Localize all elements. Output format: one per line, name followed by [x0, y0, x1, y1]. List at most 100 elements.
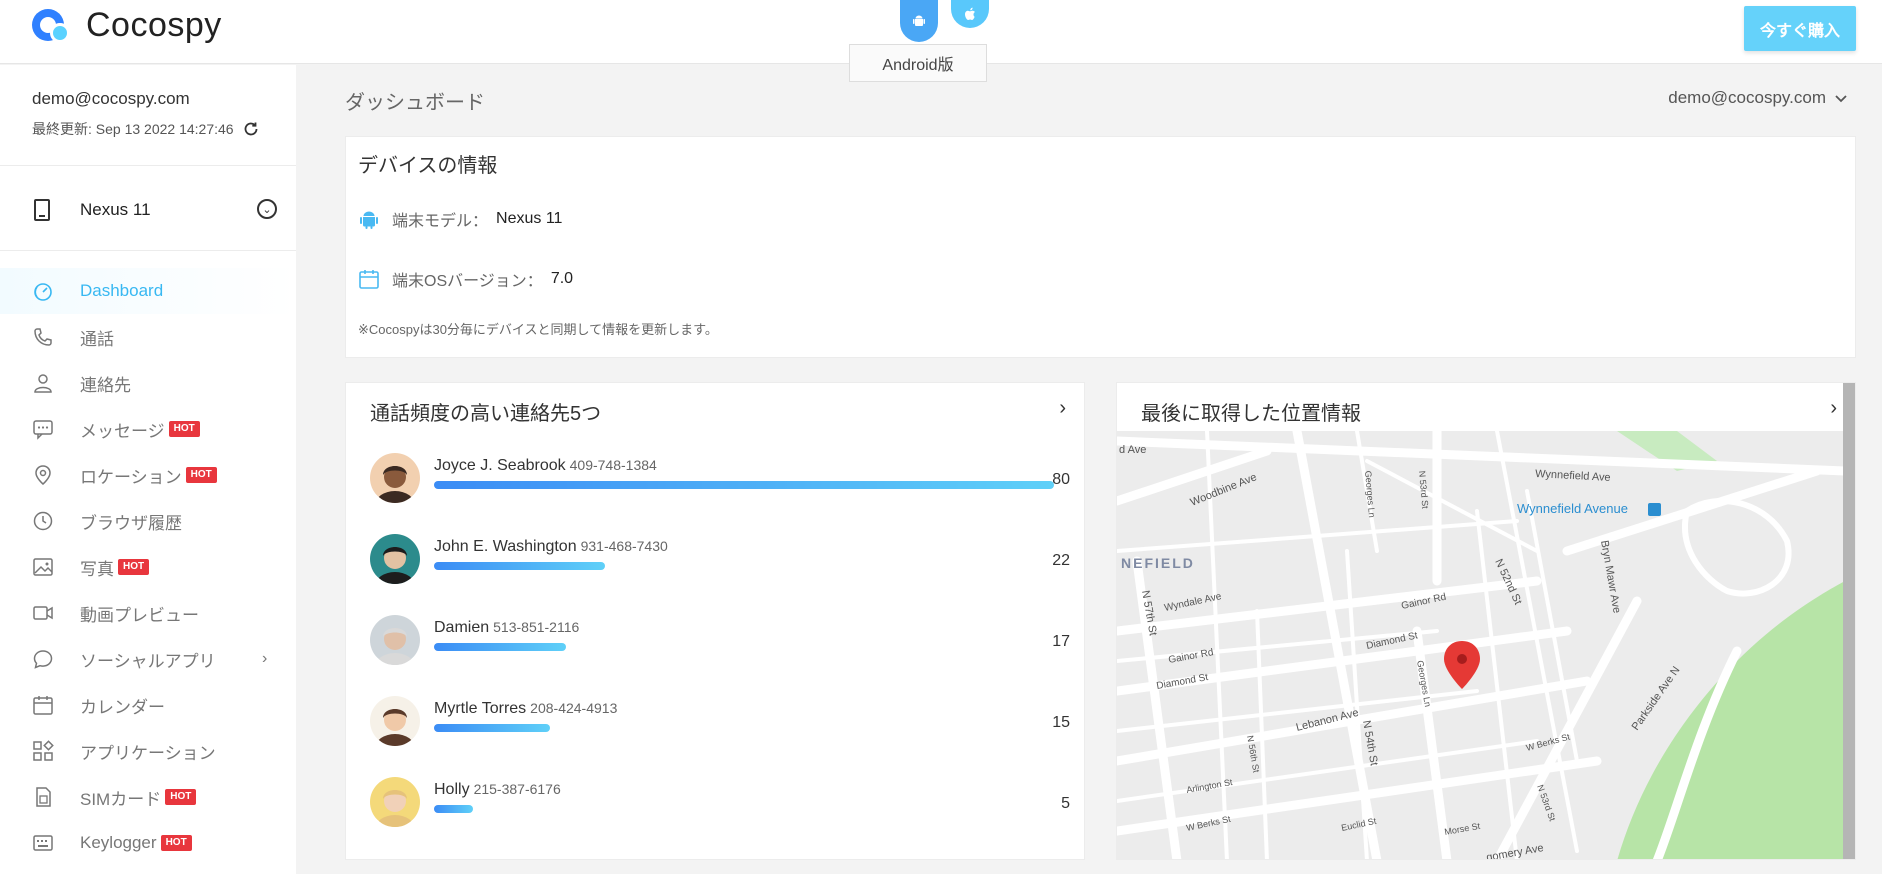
speech-bubble-icon [32, 648, 54, 670]
person-icon [32, 372, 54, 394]
contact-name-line: Myrtle Torres 208-424-4913 [434, 700, 617, 718]
gauge-icon [32, 280, 54, 302]
location-pin-icon [32, 464, 54, 486]
chevron-right-icon[interactable]: › [1830, 397, 1837, 420]
call-frequency-bar [434, 805, 473, 813]
device-selector[interactable]: Nexus 11 ⌄ [0, 165, 296, 251]
device-info-title: デバイスの情報 [358, 155, 498, 177]
android-icon [913, 15, 925, 26]
hot-badge: HOT [165, 789, 197, 805]
brand-name: Cocospy [86, 5, 222, 44]
apple-icon [965, 7, 975, 20]
brand-logo[interactable]: Cocospy [30, 6, 222, 44]
avatar [370, 777, 420, 827]
device-os-label: 端末OSバージョン： [392, 273, 543, 290]
contact-name: Myrtle Torres [434, 700, 527, 717]
hot-badge: HOT [118, 559, 150, 575]
contact-name: Holly [434, 781, 470, 798]
user-menu[interactable]: demo@cocospy.com [1668, 88, 1848, 108]
refresh-icon[interactable] [242, 120, 260, 138]
sidebar-item-2[interactable]: 連絡先 [0, 360, 296, 406]
user-menu-email: demo@cocospy.com [1668, 88, 1826, 107]
top-contacts-card: 通話頻度の高い連絡先5つ › Joyce J. Seabrook 409-748-… [345, 382, 1085, 860]
sidebar-item-label: アプリケーション [80, 743, 216, 763]
sidebar-item-9[interactable]: カレンダー [0, 682, 296, 728]
last-location-title: 最後に取得した位置情報 [1141, 403, 1361, 425]
sidebar-item-8[interactable]: ソーシャルアプリ › [0, 636, 296, 682]
contact-row[interactable]: Holly 215-387-6176 5 [370, 777, 1070, 837]
android-icon [360, 211, 378, 229]
chevron-down-icon[interactable]: ⌄ [257, 199, 277, 219]
page-title: ダッシュボード [345, 92, 485, 114]
contact-phone: 208-424-4913 [530, 700, 618, 716]
account-email: demo@cocospy.com [32, 89, 190, 108]
sidebar-item-label: 通話 [80, 329, 114, 349]
hot-badge: HOT [160, 835, 192, 851]
sidebar-item-label: ブラウザ履歴 [80, 513, 182, 533]
sidebar-item-10[interactable]: アプリケーション [0, 728, 296, 774]
call-frequency-bar [434, 724, 550, 732]
sidebar-item-label: ロケーション [80, 467, 182, 487]
sidebar-item-label: 写真 [80, 559, 114, 579]
chevron-right-icon[interactable]: › [1059, 397, 1066, 420]
video-icon [32, 602, 54, 624]
sidebar-item-12[interactable]: Keylogger HOT [0, 820, 296, 866]
contact-name-line: Joyce J. Seabrook 409-748-1384 [434, 457, 657, 475]
call-count: 15 [1052, 714, 1070, 731]
sidebar-item-11[interactable]: SIMカード HOT [0, 774, 296, 820]
contact-name-line: Holly 215-387-6176 [434, 781, 561, 799]
avatar [370, 453, 420, 503]
map-label: Wynnefield Avenue [1517, 501, 1628, 516]
sidebar-item-1[interactable]: 通話 [0, 314, 296, 360]
sidebar-item-7[interactable]: 動画プレビュー [0, 590, 296, 636]
contact-phone: 215-387-6176 [473, 781, 561, 797]
sidebar-item-4[interactable]: ロケーション HOT [0, 452, 296, 498]
avatar [370, 615, 420, 665]
image-icon [32, 556, 54, 578]
buy-now-button[interactable]: 今すぐ購入 [1744, 6, 1856, 51]
calendar-icon [32, 694, 54, 716]
phone-device-icon [34, 199, 50, 221]
sidebar: demo@cocospy.com 最終更新: Sep 13 2022 14:27… [0, 65, 296, 874]
contact-phone: 513-851-2116 [493, 619, 580, 635]
contact-row[interactable]: Myrtle Torres 208-424-4913 15 [370, 696, 1070, 756]
contact-phone: 931-468-7430 [580, 538, 668, 554]
call-count: 5 [1061, 795, 1070, 812]
map-scrollbar[interactable] [1843, 383, 1855, 859]
contact-row[interactable]: John E. Washington 931-468-7430 22 [370, 534, 1070, 594]
sidebar-item-label: Keylogger [80, 833, 157, 852]
sidebar-item-0[interactable]: Dashboard [0, 268, 296, 314]
contact-name-line: Damien 513-851-2116 [434, 619, 579, 637]
last-updated-text: 最終更新: Sep 13 2022 14:27:46 [32, 121, 234, 137]
sidebar-item-6[interactable]: 写真 HOT [0, 544, 296, 590]
clock-icon [32, 510, 54, 532]
chat-icon [32, 418, 54, 440]
sidebar-item-3[interactable]: メッセージ HOT [0, 406, 296, 452]
chevron-right-icon: › [262, 650, 268, 667]
call-frequency-bar [434, 643, 566, 651]
last-location-card: 最後に取得した位置情報 › d Ave Wynnefield Ave Woodb… [1116, 382, 1856, 860]
train-station-icon [1648, 503, 1661, 516]
hot-badge: HOT [168, 421, 200, 437]
location-map[interactable]: d Ave Wynnefield Ave Woodbine Ave Lebano… [1117, 426, 1850, 859]
last-updated: 最終更新: Sep 13 2022 14:27:46 [32, 119, 260, 139]
sidebar-item-5[interactable]: ブラウザ履歴 [0, 498, 296, 544]
map-label: d Ave [1119, 444, 1146, 456]
ios-tab[interactable] [951, 0, 989, 28]
device-model-value: Nexus 11 [496, 210, 563, 227]
phone-icon [32, 326, 54, 348]
contact-name-line: John E. Washington 931-468-7430 [434, 538, 668, 556]
device-os-row: 端末OSバージョン： 7.0 [358, 267, 573, 291]
contact-row[interactable]: Joyce J. Seabrook 409-748-1384 80 [370, 453, 1070, 513]
chevron-down-icon [1835, 95, 1847, 103]
contact-row[interactable]: Damien 513-851-2116 17 [370, 615, 1070, 675]
os-tooltip: Android版 [849, 44, 987, 82]
contact-name: John E. Washington [434, 538, 577, 555]
android-tab[interactable] [900, 0, 938, 42]
call-frequency-bar [434, 481, 1054, 489]
contact-name: Damien [434, 619, 490, 636]
cocospy-logo-icon [30, 5, 74, 45]
sidebar-item-label: ソーシャルアプリ [80, 651, 216, 671]
sim-card-icon [32, 786, 54, 808]
call-count: 80 [1052, 471, 1070, 488]
